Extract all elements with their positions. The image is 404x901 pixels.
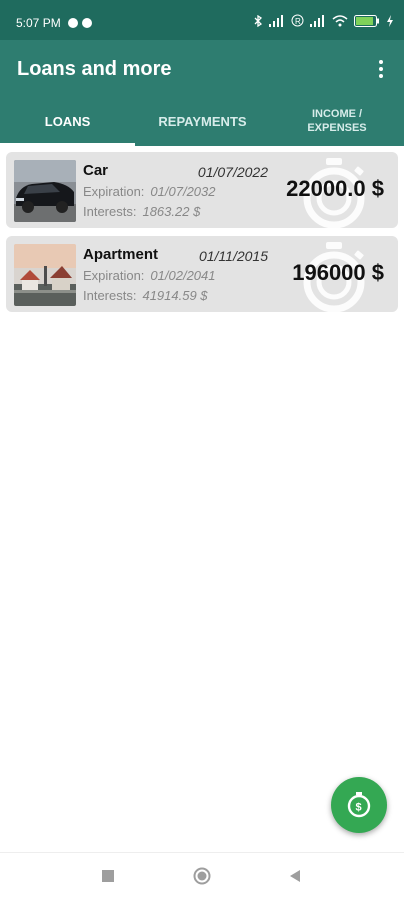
battery-icon [354, 14, 379, 27]
loan-card-car[interactable]: Car 01/07/2022 Expiration: 01/07/2032 Int… [6, 152, 398, 228]
expiration-value: 01/02/2041 [150, 268, 216, 283]
loan-date: 01/07/2022 [197, 164, 268, 180]
loan-card-apartment[interactable]: Apartment 01/11/2015 Expiration: 01/02/20… [6, 236, 398, 312]
car-photo [14, 160, 76, 222]
expiration-label: Expiration: [83, 268, 145, 283]
tab-bar: LOANS REPAYMENTS INCOME / EXPENSES [0, 96, 404, 146]
overflow-menu-icon[interactable] [366, 54, 396, 84]
wifi-icon [332, 14, 348, 26]
signal-2-icon [310, 14, 324, 27]
charging-icon [387, 14, 393, 27]
tab-income-expenses[interactable]: INCOME / EXPENSES [270, 96, 404, 146]
bluetooth-icon [254, 14, 263, 27]
status-bar: 5:07 PM R [0, 0, 404, 40]
loan-date: 01/11/2015 [198, 248, 268, 264]
status-icons: R [253, 14, 394, 27]
roaming-icon: R [291, 14, 304, 27]
tab-loans[interactable]: LOANS [0, 96, 135, 146]
stopwatch-dollar-icon: $ [347, 792, 371, 818]
interests-row: Interests: 1863.22 $ [83, 204, 200, 219]
loan-amount: 22000.0 $ [286, 176, 384, 201]
expiration-row: Expiration: 01/07/2032 [83, 184, 216, 199]
home-button[interactable] [193, 867, 211, 885]
interests-row: Interests: 41914.59 $ [83, 288, 208, 303]
app-title: Loans and more [17, 58, 172, 80]
loan-name: Car [83, 162, 109, 179]
expiration-label: Expiration: [83, 184, 145, 199]
svg-text:R: R [295, 17, 301, 26]
back-button[interactable] [288, 869, 302, 883]
interests-value: 1863.22 $ [142, 204, 201, 219]
expiration-value: 01/07/2032 [150, 184, 216, 199]
status-time: 5:07 PM [16, 16, 61, 30]
add-loan-button[interactable]: $ [331, 777, 387, 833]
interests-label: Interests: [83, 288, 137, 303]
interests-value: 41914.59 $ [142, 288, 208, 303]
tab-indicator [0, 143, 135, 146]
house-photo [14, 244, 76, 306]
loan-name: Apartment [83, 246, 159, 263]
interests-label: Interests: [83, 204, 137, 219]
expiration-row: Expiration: 01/02/2041 [83, 268, 216, 283]
recents-button[interactable] [101, 869, 115, 883]
system-nav-bar [0, 852, 404, 901]
signal-icon [269, 14, 283, 27]
tab-repayments[interactable]: REPAYMENTS [135, 96, 270, 146]
notification-icons [68, 18, 92, 28]
svg-text:$: $ [356, 802, 362, 814]
loan-amount: 196000 $ [292, 260, 384, 285]
